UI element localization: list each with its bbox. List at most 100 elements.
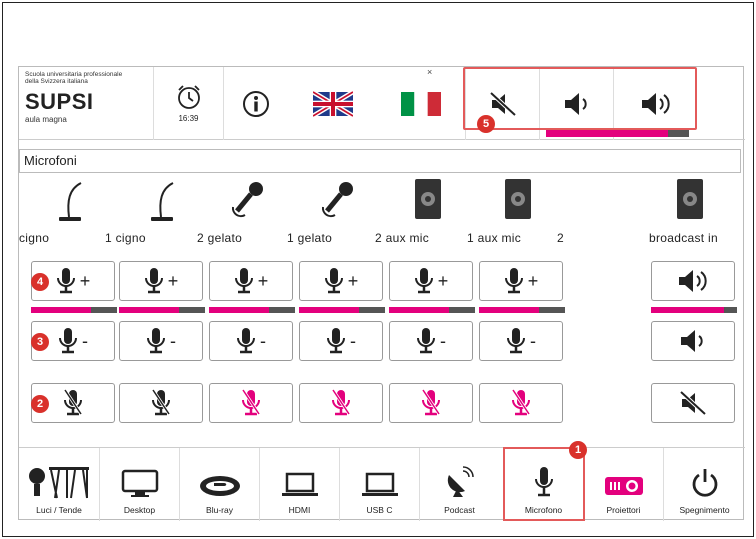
alarm-clock-button[interactable]: 16:39 [153,67,223,140]
microphone-icon [56,268,75,294]
nav-label: Desktop [123,505,156,515]
broadcast-volume-down-button[interactable] [651,321,735,361]
mic-mute-button[interactable] [389,383,473,423]
microphone-icon [59,328,77,354]
language-english-button[interactable] [287,67,379,140]
microphone-muted-icon [511,389,531,416]
minus-sign: - [82,330,88,351]
master-volume-fill [546,129,668,137]
nav-label: Proiettori [606,505,641,515]
mic-mute-button[interactable] [479,383,563,423]
org-line-1: Scuola universitaria professionale [25,71,123,78]
close-glyph: × [427,67,433,77]
microphone-icon [327,328,345,354]
nav-proiettori[interactable]: Proiettori [583,448,663,521]
handheld-mic-icon [231,182,263,218]
nav-label: Podcast [444,505,475,515]
uk-flag-icon [313,89,353,118]
mic-mute-button[interactable] [119,383,203,423]
supsi-logo: SUPSI [25,89,94,114]
supsi-branding: Scuola universitaria professionale della… [25,71,165,137]
microphone-icon [417,328,435,354]
language-italian-button[interactable]: × [379,67,463,140]
control-panel: Scuola universitaria professionale della… [18,66,745,521]
mic-level-fill [209,307,270,313]
badge-1: 1 [569,441,587,459]
info-button[interactable] [223,67,287,140]
nav-label: Spegnimento [679,505,730,515]
nav-label: Luci / Tende [36,505,82,515]
microphone-icon [507,328,525,354]
badge-4: 4 [31,273,49,291]
bluray-icon [199,476,240,496]
broadcast-volume-up-button[interactable] [651,261,735,301]
minus-sign: - [260,330,266,351]
channel-label: 2 [557,231,564,245]
plus-sign: + [167,270,179,291]
nav-usbc[interactable]: USB C [339,448,419,521]
microphone-icon [147,328,165,354]
minus-sign: - [530,330,536,351]
microphone-muted-icon [331,389,351,416]
badge-2: 2 [31,395,49,413]
satellite-dish-icon [447,466,474,497]
nav-lights-curtains[interactable]: Luci / Tende [19,448,99,521]
microphone-icon [324,268,343,294]
mic-gain-down-button[interactable]: - [299,321,383,361]
mic-gain-down-button[interactable]: - [119,321,203,361]
xlr-input-icon [677,179,703,219]
laptop-icon [361,472,398,496]
monitor-icon [121,469,158,497]
xlr-input-icon [505,179,531,219]
power-icon [692,469,717,497]
nav-label: Blu-ray [206,505,233,515]
speaker-mute-icon [679,390,707,416]
gooseneck-mic-icon [151,182,174,221]
channel-label: 1 gelato [287,231,333,245]
mic-level-bar [209,307,295,313]
clock-time: 16:39 [178,114,199,123]
org-line-2: della Svizzera italiana [25,78,88,85]
microphone-icon [237,328,255,354]
info-icon [242,90,269,117]
mic-gain-up-button[interactable]: + [209,261,293,301]
top-bar: Scuola universitaria professionale della… [19,67,745,140]
channel-label: 2 gelato [197,231,243,245]
mic-gain-down-button[interactable]: - [389,321,473,361]
mic-mute-button[interactable] [299,383,383,423]
room-name: aula magna [25,115,67,124]
minus-sign: - [440,330,446,351]
mic-level-fill [479,307,540,313]
nav-spegnimento[interactable]: Spegnimento [663,448,745,521]
mic-gain-up-button[interactable]: + [299,261,383,301]
mic-gain-down-button[interactable]: - [479,321,563,361]
nav-desktop[interactable]: Desktop [99,448,179,521]
mic-level-fill [389,307,450,313]
mic-gain-up-button[interactable]: + [119,261,203,301]
mic-level-bar [31,307,117,313]
plus-sign: + [437,270,449,291]
channel-label: 1 aux mic [467,231,522,245]
mic-gain-up-button[interactable]: + [479,261,563,301]
microphone-muted-icon [151,389,171,416]
broadcast-mute-button[interactable] [651,383,735,423]
nav-bluray[interactable]: Blu-ray [179,448,259,521]
plus-sign: + [347,270,359,291]
mic-level-bar [299,307,385,313]
mic-gain-up-button[interactable]: + [389,261,473,301]
plus-sign: + [257,270,269,291]
master-volume-bar [546,129,689,137]
mic-level-fill [31,307,92,313]
badge-5: 5 [477,115,495,133]
microphone-muted-icon [421,389,441,416]
plus-sign: + [527,270,539,291]
mic-mute-button[interactable] [209,383,293,423]
mic-gain-down-button[interactable]: - [209,321,293,361]
nav-podcast[interactable]: Podcast [419,448,499,521]
channel-label: 2 aux mic [375,231,430,245]
nav-hdmi[interactable]: HDMI [259,448,339,521]
mic-level-bar [119,307,205,313]
nav-label: USB C [366,505,393,515]
microphone-icon [144,268,163,294]
microphone-muted-icon [241,389,261,416]
